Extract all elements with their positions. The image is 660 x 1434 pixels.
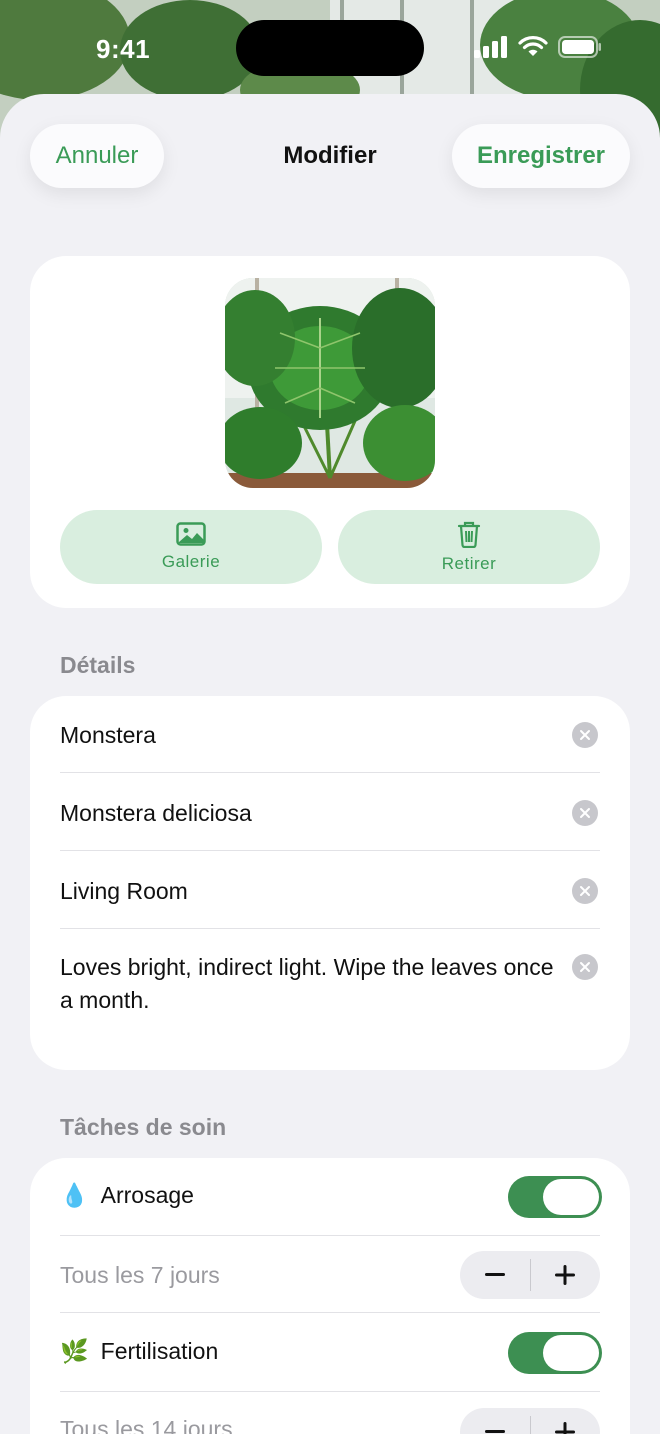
details-section-label: Détails [60,652,136,678]
photo-icon [176,522,206,546]
signal-icon [474,36,507,58]
photo-card: Galerie Retirer [30,256,630,608]
details-card: Monstera Monstera deliciosa Living Room … [30,696,630,1070]
clear-icon[interactable] [572,954,598,980]
status-bar: 9:41 [0,0,660,92]
remove-label: Retirer [441,554,497,573]
clear-icon[interactable] [572,722,598,748]
plus-icon[interactable] [531,1251,601,1299]
notes-field[interactable]: Loves bright, indirect light. Wipe the l… [60,951,560,1017]
species-field[interactable]: Monstera deliciosa [60,800,600,827]
edit-sheet: Annuler Modifier Enregistrer Galerie Ret… [0,94,660,1434]
trash-icon [457,521,481,548]
divider [60,772,600,773]
divider [60,850,600,851]
plant-photo[interactable] [225,278,435,488]
name-field[interactable]: Monstera [60,722,600,749]
watering-stepper [460,1251,600,1299]
save-button[interactable]: Enregistrer [452,124,630,188]
watering-frequency: Tous les 7 jours [60,1262,220,1288]
wifi-icon [518,36,548,56]
water-drop-icon: 💧 [60,1182,89,1208]
task-watering-label: Arrosage [100,1182,194,1208]
battery-icon [558,36,601,58]
task-fertilizing: 🌿 Fertilisation [60,1338,218,1365]
fertilizing-toggle[interactable] [508,1332,602,1374]
care-tasks-card: 💧 Arrosage Tous les 7 jours 🌿 Fertilisat… [30,1158,630,1434]
location-field[interactable]: Living Room [60,878,600,905]
divider [60,928,600,929]
divider [60,1312,600,1313]
fertilizing-frequency: Tous les 14 jours [60,1416,233,1434]
fertilizing-stepper [460,1408,600,1434]
divider [60,1235,600,1236]
remove-photo-button[interactable]: Retirer [338,510,600,584]
dynamic-island [236,20,424,76]
gallery-button[interactable]: Galerie [60,510,322,584]
gallery-label: Galerie [161,552,221,571]
minus-icon[interactable] [460,1408,530,1434]
minus-icon[interactable] [460,1251,530,1299]
status-time: 9:41 [96,34,151,64]
task-watering: 💧 Arrosage [60,1182,194,1209]
clear-icon[interactable] [572,878,598,904]
status-icons [474,36,602,58]
divider [60,1391,600,1392]
care-section-label: Tâches de soin [60,1114,227,1140]
watering-toggle[interactable] [508,1176,602,1218]
task-fertilizing-label: Fertilisation [100,1338,219,1364]
herb-icon: 🌿 [60,1338,89,1364]
plus-icon[interactable] [531,1408,601,1434]
clear-icon[interactable] [572,800,598,826]
